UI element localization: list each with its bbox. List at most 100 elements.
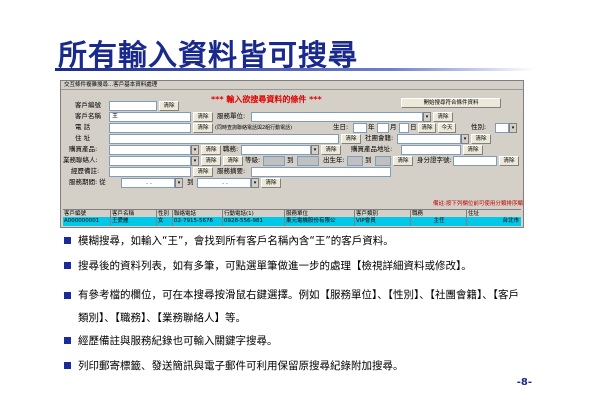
clear-id-number-button[interactable]: 清除: [499, 156, 519, 166]
sales-contact-dropdown[interactable]: ▾: [191, 156, 199, 166]
product-location-input[interactable]: [401, 145, 461, 155]
clear-job-button[interactable]: 清除: [321, 145, 341, 155]
birth-year-field[interactable]: [353, 123, 367, 133]
square-bullet-icon: [64, 237, 71, 244]
start-search-button[interactable]: 開始搜尋符合條件資料: [401, 98, 501, 108]
customer-id-input[interactable]: [109, 101, 157, 111]
society-dropdown[interactable]: ▾: [461, 134, 469, 144]
period-end-field[interactable]: . .: [197, 178, 251, 188]
society-label: 社團會籍:: [365, 134, 394, 142]
phone-note: (同時查詢聯絡電話與2組行動電話): [215, 125, 293, 131]
square-bullet-icon: [64, 262, 71, 269]
level-to-field[interactable]: [297, 156, 319, 166]
bullet-item: 搜尋後的資料列表，如有多筆，可點選單筆做進一步的處理【檢視詳細資料或修改】。: [64, 259, 524, 273]
cell-customer-name: 王愛麗: [111, 217, 157, 226]
product-label: 購買產品:: [69, 145, 98, 153]
clear-service-unit-button[interactable]: 清除: [433, 112, 453, 122]
col-customer-id[interactable]: 客戶編號: [63, 210, 111, 217]
level-from-field[interactable]: [263, 156, 285, 166]
clear-address-button[interactable]: 清除: [341, 134, 361, 144]
clear-customer-id-button[interactable]: 清除: [159, 101, 179, 111]
service-period-label: 服務期間: 從: [69, 178, 106, 186]
cell-mobile: 0928-556-981: [223, 217, 285, 226]
period-end-dropdown[interactable]: ▾: [251, 178, 259, 188]
history-notes-label: 經歷備註:: [71, 167, 100, 175]
address-label: 住 址: [75, 134, 91, 142]
period-to-label: 到: [187, 178, 194, 186]
window-title: 交互條件複雜搜尋...客戶基本資料處理: [61, 81, 523, 90]
clear-history-notes-button[interactable]: 清除: [193, 167, 213, 177]
bullet-item: 有參考檔的欄位，可在本搜尋按滑鼠右鍵選擇。例如【服務單位】、【性別】、【社團會籍…: [64, 284, 524, 330]
col-address[interactable]: 住址: [467, 210, 521, 217]
birth-year-from-field[interactable]: [347, 156, 363, 166]
cell-customer-id: A000000001: [63, 217, 111, 226]
id-number-input[interactable]: [453, 156, 497, 166]
col-phone[interactable]: 聯絡電話: [173, 210, 223, 217]
col-customer-category[interactable]: 客戶類別: [355, 210, 411, 217]
service-unit-input[interactable]: [251, 112, 423, 122]
period-start-dropdown[interactable]: ▾: [175, 178, 183, 188]
col-job[interactable]: 職務: [411, 210, 467, 217]
clear-sales-contact-button[interactable]: 清除: [201, 156, 221, 166]
clear-birthday-button[interactable]: 清除: [418, 123, 436, 133]
clear-customer-name-button[interactable]: 清除: [193, 112, 213, 122]
feature-bullet-list: 模糊搜尋，如輸入“王”，會找到所有客戶名稱內含“王”的客戶資料。 搜尋後的資料列…: [64, 234, 524, 384]
clear-society-button[interactable]: 清除: [471, 134, 491, 144]
birth-year-label: 出生年:: [323, 156, 345, 164]
cell-gender: 女: [157, 217, 173, 226]
page-number: -8-: [516, 377, 532, 388]
address-input[interactable]: [109, 134, 339, 144]
product-dropdown[interactable]: ▾: [191, 145, 199, 155]
birth-year-to-label: 到: [365, 156, 372, 164]
square-bullet-icon: [64, 292, 71, 299]
bullet-text: 列印郵寄標籤、發送簡訊與電子郵件可利用保留原搜尋紀錄附加搜尋。: [78, 360, 404, 372]
service-record-label: 服務摘要:: [217, 167, 246, 175]
period-start-field[interactable]: . .: [121, 178, 175, 188]
customer-name-input[interactable]: 王: [109, 112, 191, 122]
clear-period-button[interactable]: 清除: [261, 178, 281, 188]
sales-contact-input[interactable]: [109, 156, 191, 166]
month-unit: 月: [390, 123, 397, 131]
square-bullet-icon: [64, 337, 71, 344]
col-customer-name[interactable]: 客戶名稱: [111, 210, 157, 217]
birth-year-to-field[interactable]: [375, 156, 391, 166]
customer-name-label: 客戶名稱: [75, 112, 101, 120]
results-grid-header: 客戶編號 客戶名稱 性別 聯絡電話 行動電話(1) 服務單位 客戶類別 職務 住…: [63, 209, 521, 217]
job-input[interactable]: [241, 145, 311, 155]
job-dropdown[interactable]: ▾: [311, 145, 319, 155]
col-mobile[interactable]: 行動電話(1): [223, 210, 285, 217]
product-location-label: 購買產品地址:: [351, 145, 393, 153]
cell-phone: 02-7915-5676: [173, 217, 223, 226]
gender-select[interactable]: [495, 123, 509, 133]
service-record-input[interactable]: [251, 167, 391, 177]
bullet-text: 搜尋後的資料列表，如有多筆，可點選單筆做進一步的處理【檢視詳細資料或修改】。: [78, 260, 472, 272]
history-notes-input[interactable]: [109, 167, 191, 177]
level-label: 等級:: [245, 156, 261, 164]
clear-level-button[interactable]: 清除: [223, 156, 243, 166]
bullet-text: 經歷備註與服務紀錄也可輸入關鍵字搜尋。: [78, 335, 278, 347]
clear-product-button[interactable]: 清除: [201, 145, 221, 155]
phone-input[interactable]: [109, 123, 191, 133]
col-service-unit[interactable]: 服務單位: [285, 210, 355, 217]
service-unit-dropdown[interactable]: ▾: [423, 112, 431, 122]
cell-service-unit: 東元電機股份有限公: [285, 217, 355, 226]
search-window: 交互條件複雜搜尋...客戶基本資料處理 *** 輸入欲搜尋資料的條件 *** 開…: [60, 80, 524, 228]
birthday-label: 生日:: [333, 123, 349, 131]
society-input[interactable]: [397, 134, 461, 144]
bullet-text: 模糊搜尋，如輸入“王”，會找到所有客戶名稱內含“王”的客戶資料。: [78, 235, 394, 247]
clear-product-location-button[interactable]: 清除: [463, 145, 483, 155]
clear-birth-year-button[interactable]: 清除: [393, 156, 413, 166]
job-label: 職務:: [223, 145, 239, 153]
bullet-item: 經歷備註與服務紀錄也可輸入關鍵字搜尋。: [64, 334, 524, 348]
birth-day-field[interactable]: [399, 123, 409, 133]
product-input[interactable]: [109, 145, 191, 155]
clear-phone-button[interactable]: 清除: [193, 123, 213, 133]
id-number-label: 身分證字號:: [417, 156, 452, 164]
birth-month-field[interactable]: [377, 123, 389, 133]
today-button[interactable]: 今天: [438, 123, 456, 133]
table-row[interactable]: A000000001 王愛麗 女 02-7915-5676 0928-556-9…: [63, 217, 521, 226]
col-gender[interactable]: 性別: [157, 210, 173, 217]
bullet-item: 模糊搜尋，如輸入“王”，會找到所有客戶名稱內含“王”的客戶資料。: [64, 234, 524, 248]
square-bullet-icon: [64, 362, 71, 369]
gender-dropdown[interactable]: ▾: [509, 123, 517, 133]
